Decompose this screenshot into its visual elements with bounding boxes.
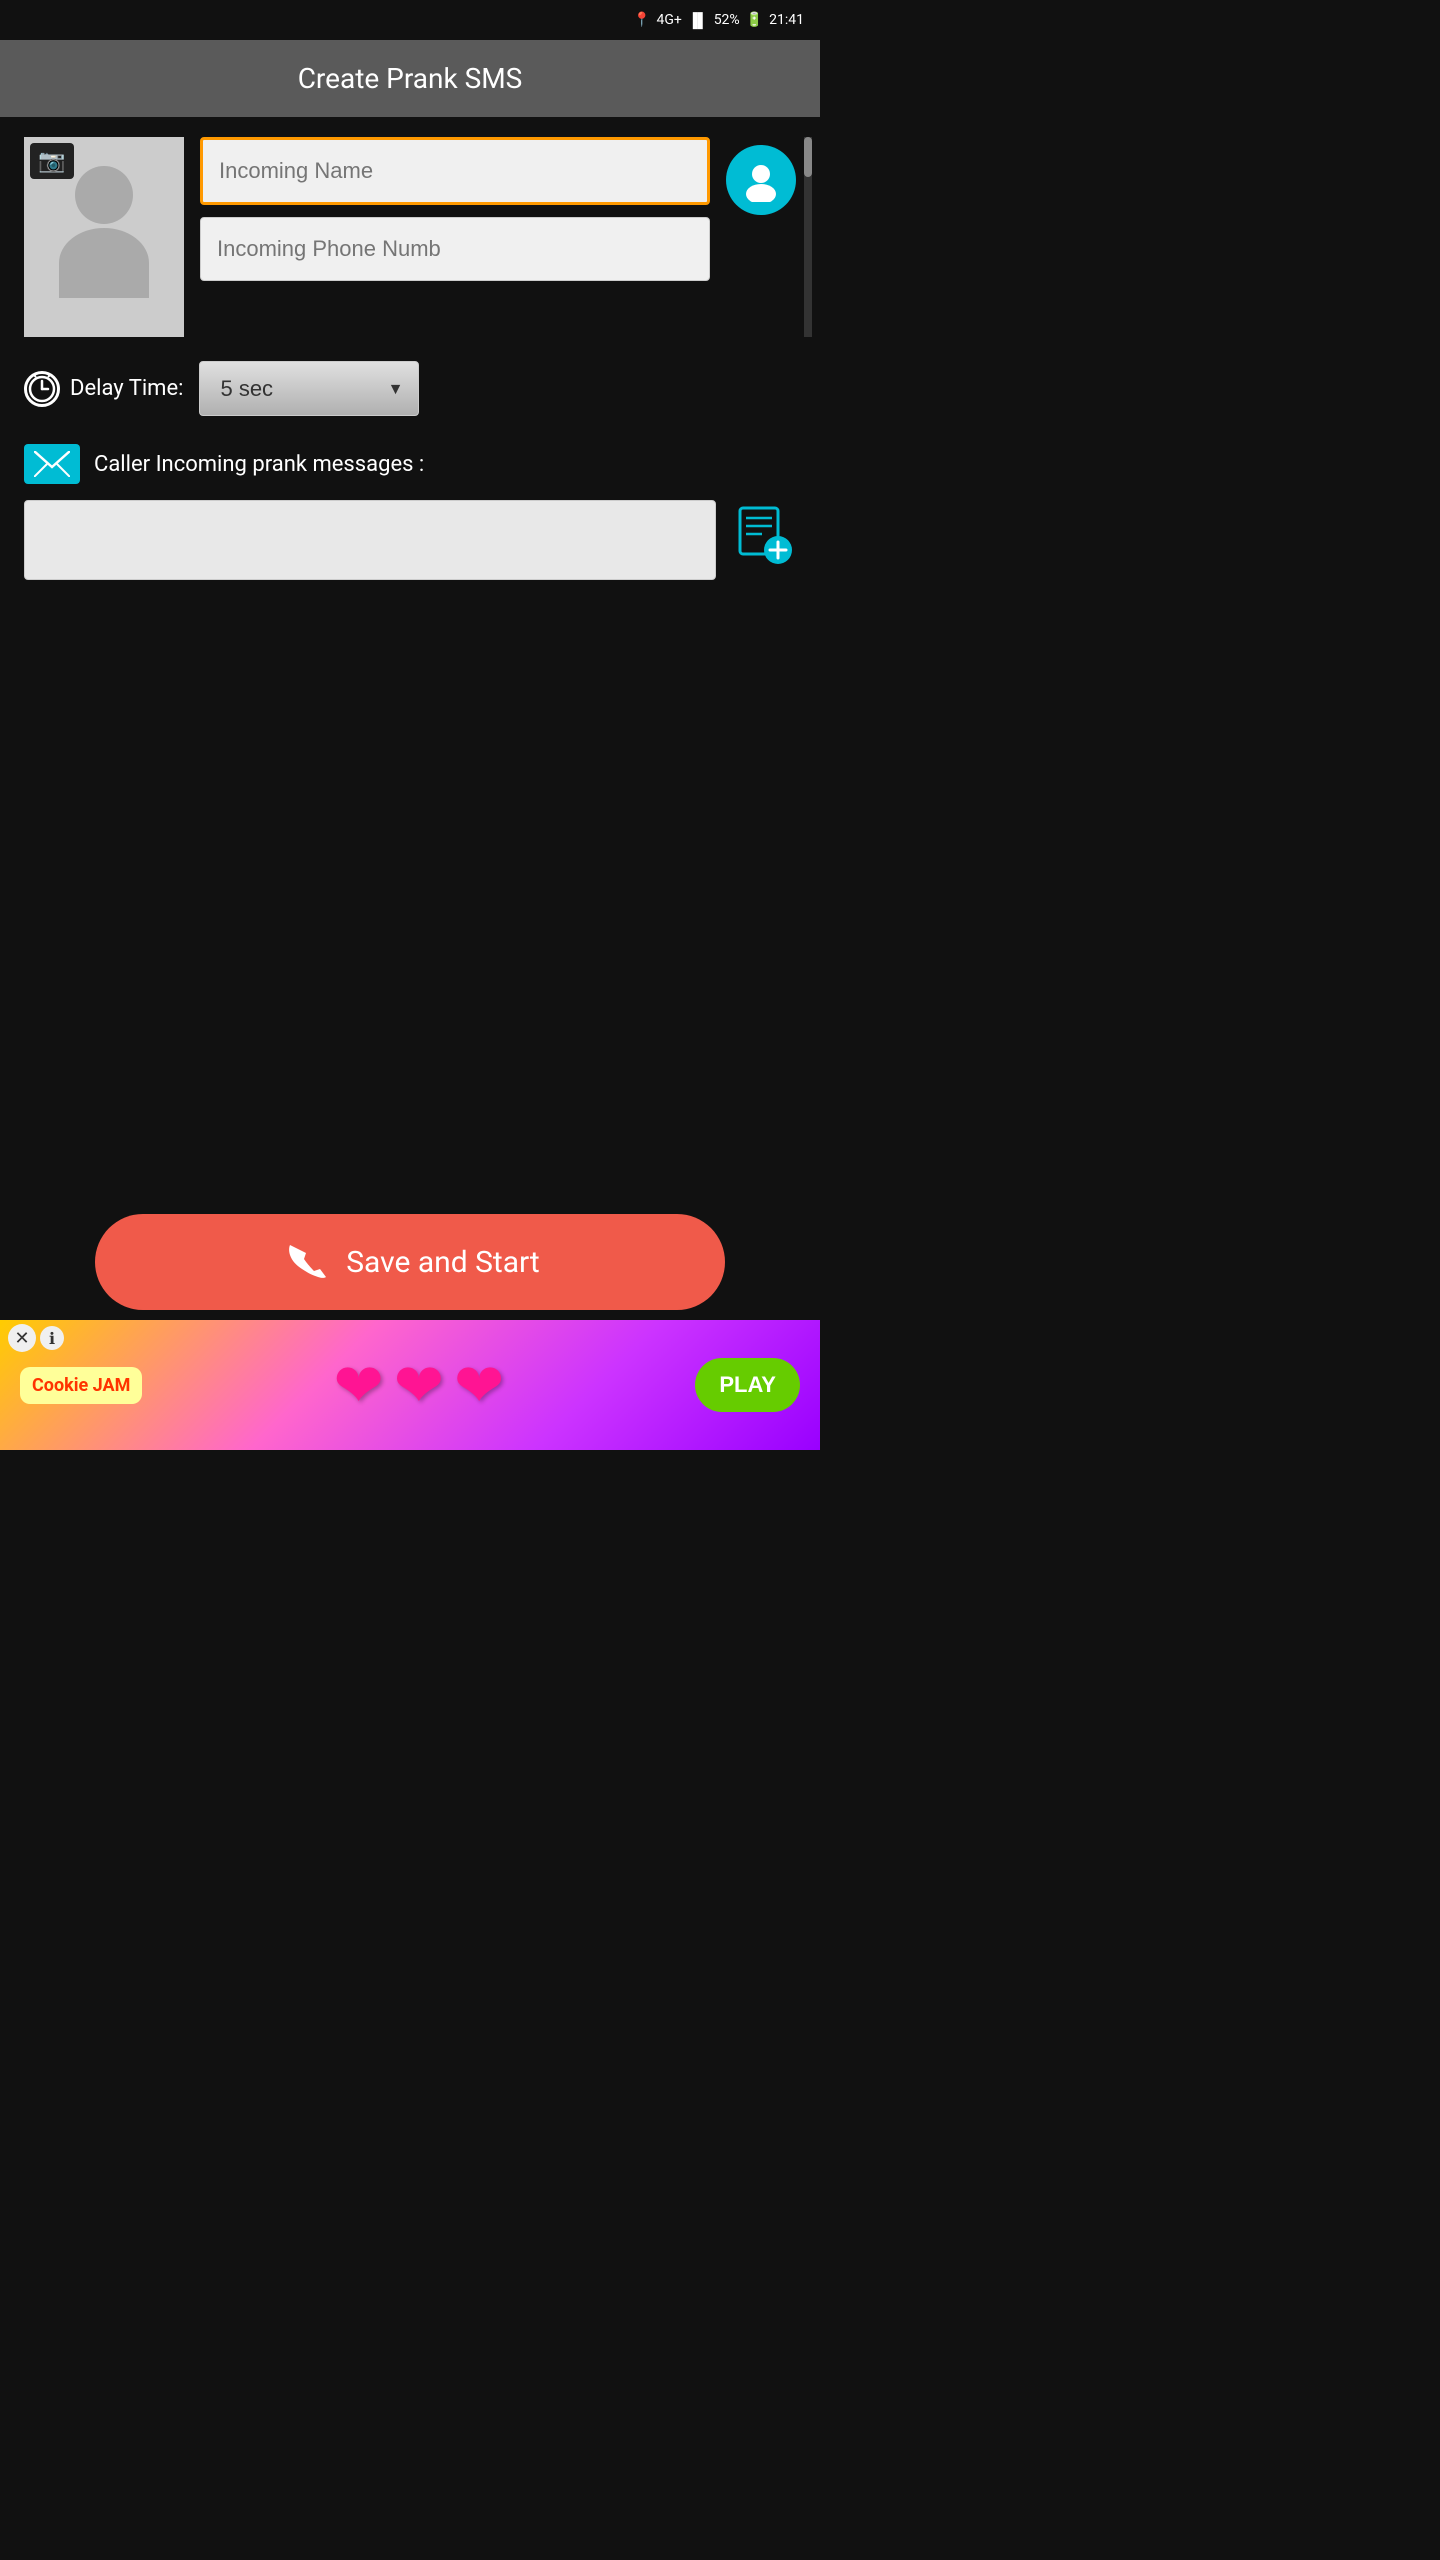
delay-select[interactable]: 5 sec 10 sec 15 sec 30 sec 1 min	[199, 361, 419, 416]
save-start-label: Save and Start	[346, 1245, 540, 1280]
contact-icon	[739, 158, 783, 202]
app-container: 📍 4G+ ▐▌ 52% 🔋 21:41 Create Prank SMS 📷	[0, 0, 820, 1450]
ad-info-button[interactable]: ℹ	[40, 1326, 64, 1350]
add-template-svg	[732, 504, 792, 564]
prank-section: Caller Incoming prank messages :	[24, 444, 796, 580]
incoming-name-input[interactable]	[200, 137, 710, 205]
delay-label-group: Delay Time:	[24, 371, 183, 407]
prank-message-input[interactable]	[24, 500, 716, 580]
page-title: Create Prank SMS	[298, 62, 523, 95]
ad-banner[interactable]: Cookie JAM ❤ ❤ ❤ PLAY	[0, 1320, 820, 1450]
ad-hearts: ❤ ❤ ❤	[333, 1350, 504, 1421]
scrollbar-track	[804, 137, 812, 337]
delay-label: Delay Time:	[70, 376, 183, 401]
delay-section: Delay Time: 5 sec 10 sec 15 sec 30 sec 1…	[24, 361, 796, 416]
camera-icon: 📷	[38, 149, 65, 174]
envelope-svg	[34, 451, 70, 477]
network-type: 4G+	[656, 12, 681, 28]
avatar-head	[75, 166, 133, 224]
avatar-container[interactable]: 📷	[24, 137, 184, 337]
heart-icon-2: ❤	[394, 1350, 444, 1421]
heart-icon-3: ❤	[454, 1350, 504, 1421]
main-content: 📷	[0, 117, 820, 620]
avatar-silhouette	[59, 166, 149, 308]
save-start-button[interactable]: Save and Start	[95, 1214, 725, 1310]
ad-play-button[interactable]: PLAY	[695, 1358, 800, 1412]
location-icon: 📍	[633, 12, 650, 28]
delay-select-wrapper: 5 sec 10 sec 15 sec 30 sec 1 min	[199, 361, 419, 416]
incoming-phone-input[interactable]	[200, 217, 710, 281]
battery-percent: 52%	[714, 12, 740, 28]
clock-svg	[28, 375, 56, 403]
camera-icon-overlay: 📷	[30, 143, 74, 179]
add-template-button[interactable]	[728, 500, 796, 568]
signal-bars-icon: ▐▌	[688, 12, 708, 29]
prank-messages-label: Caller Incoming prank messages :	[94, 452, 424, 477]
prank-header: Caller Incoming prank messages :	[24, 444, 796, 484]
phone-icon	[280, 1239, 326, 1285]
ad-close-button[interactable]: ✕	[8, 1324, 36, 1352]
envelope-icon	[24, 444, 80, 484]
battery-icon: 🔋	[746, 12, 763, 28]
ad-brand-logo: Cookie JAM	[20, 1367, 142, 1404]
clock-icon	[24, 371, 60, 407]
app-header: Create Prank SMS	[0, 40, 820, 117]
scrollbar-thumb[interactable]	[804, 137, 812, 177]
message-row	[24, 500, 796, 580]
top-section: 📷	[24, 137, 796, 337]
contact-pick-button[interactable]	[726, 145, 796, 215]
ad-brand-name: Cookie JAM	[32, 1375, 130, 1396]
status-bar: 📍 4G+ ▐▌ 52% 🔋 21:41	[0, 0, 820, 40]
inputs-column	[200, 137, 710, 281]
heart-icon-1: ❤	[333, 1350, 383, 1421]
time-display: 21:41	[769, 12, 804, 28]
status-icons: 📍 4G+ ▐▌ 52% 🔋 21:41	[633, 12, 804, 29]
avatar-body	[59, 228, 149, 298]
